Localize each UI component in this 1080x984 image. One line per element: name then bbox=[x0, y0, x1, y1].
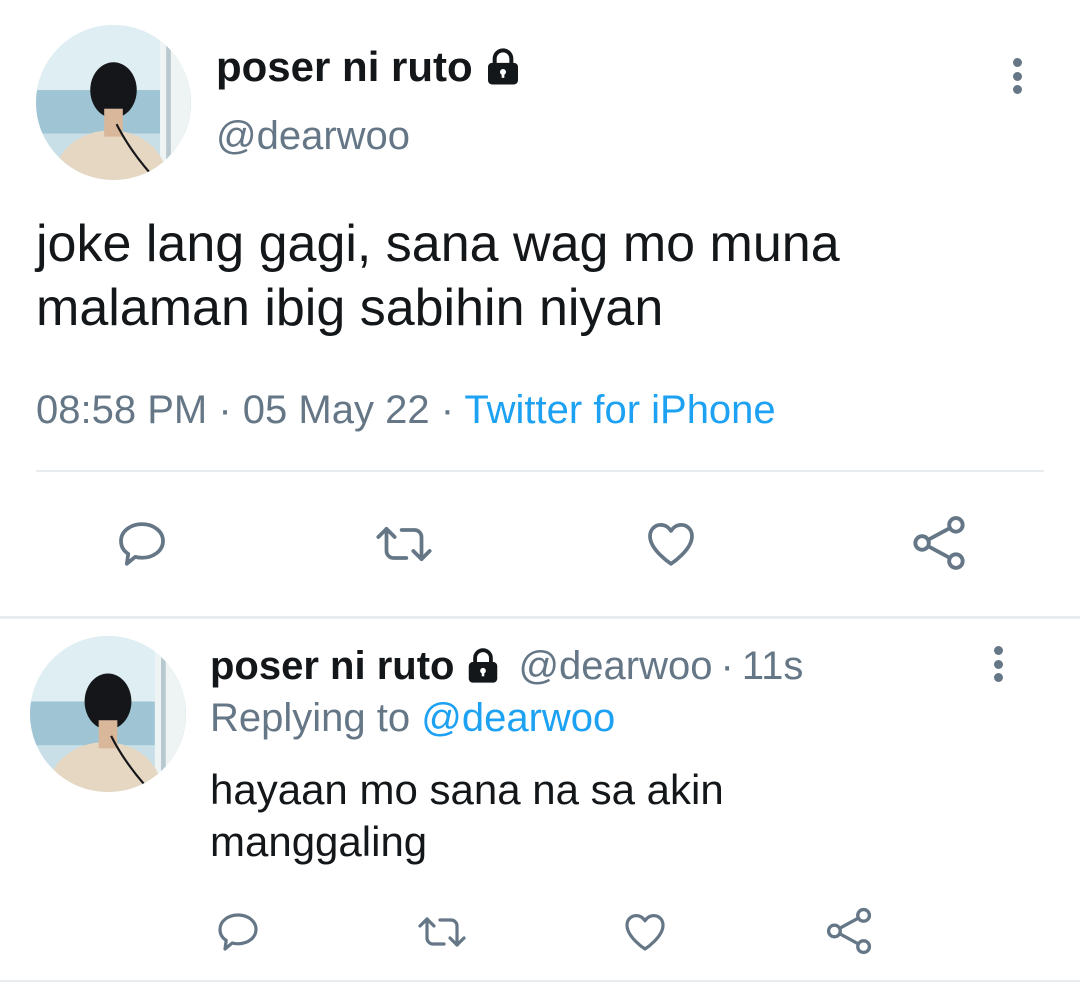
reply-text-line: manggaling bbox=[210, 818, 428, 865]
replying-to: Replying to @dearwoo bbox=[210, 694, 615, 742]
tweet-text-line: malaman ibig sabihin niyan bbox=[36, 279, 664, 337]
reply-text: hayaan mo sana na sa akin manggaling bbox=[210, 764, 724, 868]
separator: · bbox=[218, 388, 232, 432]
reply-text-line: hayaan mo sana na sa akin bbox=[210, 766, 724, 813]
tweet-time: 08:58 PM bbox=[36, 388, 208, 432]
share-icon[interactable] bbox=[824, 906, 874, 956]
handle[interactable]: @dearwoo bbox=[216, 113, 410, 159]
lock-icon bbox=[483, 47, 523, 87]
tweet-date: 05 May 22 bbox=[242, 388, 430, 432]
divider bbox=[36, 470, 1044, 472]
more-vertical-icon[interactable] bbox=[1012, 58, 1022, 94]
replying-to-handle[interactable]: @dearwoo bbox=[421, 696, 615, 740]
retweet-icon[interactable] bbox=[414, 908, 470, 956]
tweet-meta: 08:58 PM · 05 May 22 · Twitter for iPhon… bbox=[36, 386, 776, 434]
replying-to-label: Replying to bbox=[210, 696, 411, 740]
separator: · bbox=[440, 388, 455, 432]
display-name[interactable]: poser ni ruto bbox=[216, 44, 473, 90]
more-vertical-icon[interactable] bbox=[993, 646, 1003, 682]
retweet-icon[interactable] bbox=[372, 516, 436, 572]
reply-icon[interactable] bbox=[114, 516, 170, 572]
reply-icon[interactable] bbox=[214, 908, 262, 956]
reply-handle[interactable]: @dearwoo bbox=[518, 642, 712, 690]
tweet-text-line: joke lang gagi, sana wag mo muna bbox=[36, 215, 840, 273]
heart-icon[interactable] bbox=[620, 908, 670, 956]
section-divider bbox=[0, 616, 1080, 619]
heart-icon[interactable] bbox=[642, 516, 700, 572]
reply-age: 11s bbox=[741, 644, 804, 688]
lock-icon bbox=[464, 647, 502, 685]
tweet-text: joke lang gagi, sana wag mo muna malaman… bbox=[36, 212, 840, 340]
tweet-source-link[interactable]: Twitter for iPhone bbox=[464, 388, 775, 432]
separator: · bbox=[720, 644, 734, 688]
share-icon[interactable] bbox=[910, 514, 968, 572]
reply-display-name[interactable]: poser ni ruto bbox=[210, 642, 454, 690]
reply-avatar[interactable] bbox=[30, 636, 186, 792]
bottom-divider bbox=[0, 980, 1080, 982]
avatar[interactable] bbox=[36, 25, 191, 180]
